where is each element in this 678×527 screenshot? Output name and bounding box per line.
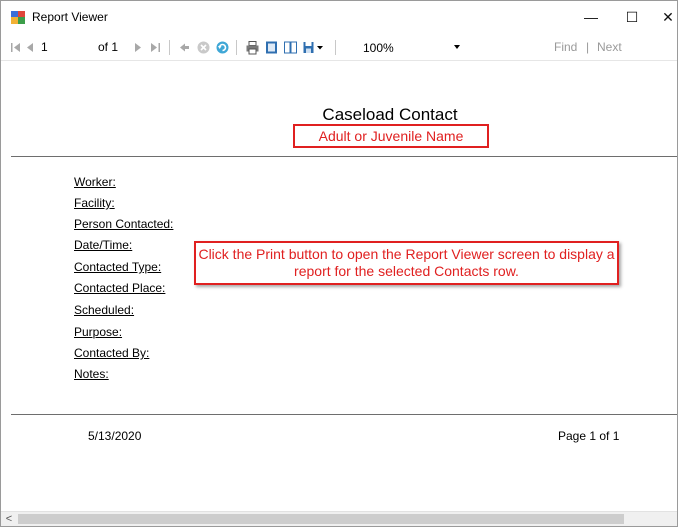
page-setup-icon[interactable] (283, 40, 298, 55)
zoom-value: 100% (363, 41, 394, 55)
field-notes: Notes: (74, 367, 109, 381)
scrollbar-thumb[interactable] (18, 514, 624, 524)
find-text-input[interactable] (475, 38, 545, 57)
field-date-time: Date/Time: (74, 238, 133, 252)
report-subtitle-annotation: Adult or Juvenile Name (293, 124, 489, 148)
print-layout-icon[interactable] (264, 40, 279, 55)
toolbar-separator (169, 40, 170, 55)
last-page-icon[interactable] (148, 40, 163, 55)
chevron-down-icon (454, 45, 460, 49)
instruction-callout: Click the Print button to open the Repor… (194, 241, 619, 285)
find-next-link[interactable]: Next (597, 34, 622, 61)
title-bar: Report Viewer — ☐ ✕ (1, 1, 677, 34)
field-person-contacted: Person Contacted: (74, 217, 174, 231)
print-icon[interactable] (245, 40, 260, 55)
header-divider (11, 156, 677, 157)
scroll-left-arrow-icon[interactable]: < (1, 512, 17, 527)
report-viewer-window: Report Viewer — ☐ ✕ 1 of 1 100% Find | N… (0, 0, 678, 527)
refresh-icon[interactable] (215, 40, 230, 55)
footer-page-number: Page 1 of 1 (558, 429, 620, 443)
report-viewer-app-icon (11, 11, 25, 24)
field-contacted-type: Contacted Type: (74, 260, 162, 274)
field-purpose: Purpose: (74, 325, 123, 339)
toolbar-separator (236, 40, 237, 55)
current-page-input[interactable]: 1 (41, 38, 67, 56)
previous-page-icon[interactable] (23, 40, 38, 55)
report-toolbar: 1 of 1 100% Find | Next (1, 34, 677, 61)
first-page-icon[interactable] (9, 40, 24, 55)
stop-icon[interactable] (196, 40, 211, 55)
find-separator: | (586, 40, 590, 54)
field-contacted-place: Contacted Place: (74, 281, 166, 295)
close-button[interactable]: ✕ (645, 1, 678, 34)
export-dropdown-icon[interactable] (316, 40, 324, 55)
find-link[interactable]: Find (554, 34, 577, 61)
next-page-icon[interactable] (131, 40, 146, 55)
field-scheduled: Scheduled: (74, 303, 135, 317)
report-page: Caseload Contact Adult or Juvenile Name … (1, 61, 677, 511)
field-contacted-by: Contacted By: (74, 346, 150, 360)
window-title: Report Viewer (32, 10, 108, 24)
footer-date: 5/13/2020 (88, 429, 142, 443)
field-worker: Worker: (74, 175, 116, 189)
toolbar-separator (335, 40, 336, 55)
export-icon[interactable] (302, 40, 317, 55)
back-icon[interactable] (177, 40, 192, 55)
zoom-select[interactable]: 100% (346, 38, 466, 57)
field-facility: Facility: (74, 196, 115, 210)
minimize-button[interactable]: — (568, 1, 614, 34)
page-count-label: of 1 (98, 40, 119, 54)
footer-divider (11, 414, 677, 415)
horizontal-scrollbar[interactable]: < (1, 511, 677, 526)
report-title: Caseload Contact (322, 105, 458, 124)
